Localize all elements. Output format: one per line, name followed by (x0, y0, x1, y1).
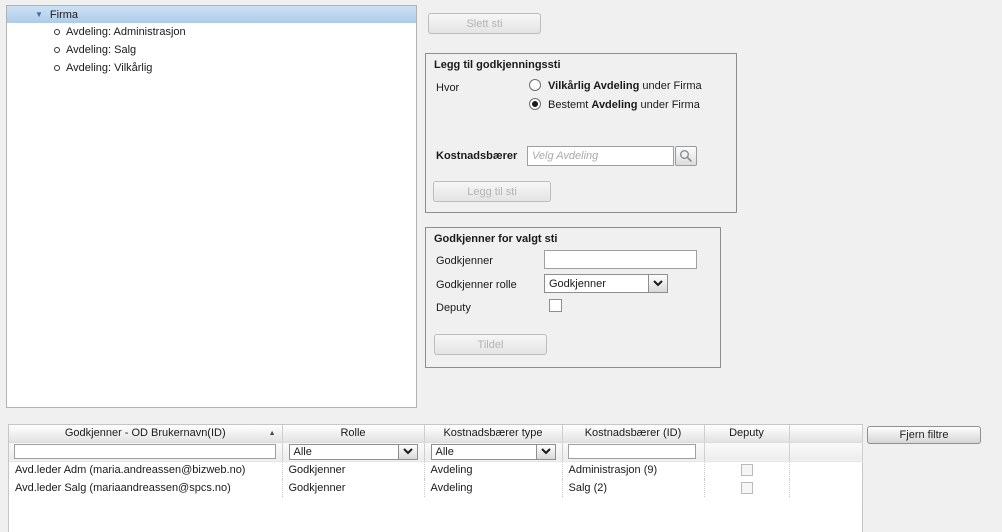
tree-node-label: Firma (49, 8, 79, 21)
costcarrier-label: Kostnadsbærer (436, 150, 518, 162)
approver-label: Godkjenner (436, 255, 493, 267)
filter-role-select[interactable]: Alle (288, 443, 418, 460)
radio-label-head: Bestemt (548, 99, 592, 111)
radio-label-bold: Avdeling (591, 99, 638, 111)
tree-leaf-icon (54, 65, 60, 71)
tree-node-avdeling-administrasjon[interactable]: Avdeling: Administrasjon (7, 23, 416, 41)
approver-role-select[interactable]: Godkjenner (544, 274, 668, 293)
select-value: Alle (293, 445, 312, 458)
cell-role: Godkjenner (282, 461, 425, 479)
approver-role-label: Godkjenner rolle (436, 279, 517, 291)
cell-cost-id: Salg (2) (562, 479, 705, 497)
select-value: Alle (435, 445, 454, 458)
where-radio-group: Vilkårlig Avdeling under Firma Bestemt A… (529, 78, 734, 116)
panel-title: Legg til godkjenningssti (434, 59, 561, 71)
table-row[interactable]: Avd.leder Salg (mariaandreassen@spcs.no)… (9, 479, 863, 497)
radio-label-tail: under Firma (639, 80, 702, 92)
assign-button[interactable]: Tildel (434, 334, 547, 355)
chevron-down-icon[interactable] (648, 275, 667, 292)
cell-approver: Avd.leder Salg (mariaandreassen@spcs.no) (9, 479, 283, 497)
radio-option-bestemt[interactable]: Bestemt Avdeling under Firma (529, 97, 734, 113)
cell-approver: Avd.leder Adm (maria.andreassen@bizweb.n… (9, 461, 283, 479)
tree-node-label: Avdeling: Administrasjon (66, 26, 186, 38)
delete-path-button[interactable]: Slett sti (428, 13, 541, 34)
approver-input[interactable] (544, 250, 697, 269)
column-header-extra (789, 425, 863, 443)
approver-panel: Godkjenner for valgt sti Godkjenner Godk… (425, 227, 721, 368)
row-deputy-checkbox[interactable] (740, 464, 753, 477)
cell-role: Godkjenner (282, 479, 425, 497)
tree-node-firma[interactable]: ▼ Firma (7, 6, 416, 23)
add-approval-path-panel: Legg til godkjenningssti Hvor Vilkårlig … (425, 53, 737, 213)
radio-option-vilkaarlig[interactable]: Vilkårlig Avdeling under Firma (529, 78, 734, 94)
filter-cost-id-input[interactable] (567, 444, 696, 459)
costcarrier-input[interactable] (527, 146, 674, 166)
tree-expand-icon[interactable]: ▼ (35, 10, 43, 19)
chevron-down-icon[interactable] (397, 444, 417, 459)
clear-filters-button[interactable]: Fjern filtre (867, 426, 981, 444)
column-header-role[interactable]: Rolle (282, 425, 425, 443)
approvers-table: Godkjenner - OD Brukernavn(ID) ▲ Rolle K… (8, 424, 863, 532)
radio-icon-checked[interactable] (529, 98, 541, 110)
deputy-label: Deputy (436, 302, 471, 314)
add-path-button[interactable]: Legg til sti (433, 181, 551, 202)
filter-approver-input[interactable] (14, 444, 276, 459)
where-label: Hvor (436, 82, 460, 94)
column-header-cost-id[interactable]: Kostnadsbærer (ID) (562, 425, 705, 443)
chevron-down-icon[interactable] (535, 444, 555, 459)
search-icon (680, 150, 692, 162)
filter-cost-type-select[interactable]: Alle (430, 443, 556, 460)
deputy-checkbox[interactable] (549, 299, 562, 312)
panel-title: Godkjenner for valgt sti (434, 233, 558, 245)
cell-cost-id: Administrasjon (9) (562, 461, 705, 479)
column-header-deputy[interactable]: Deputy (704, 425, 790, 443)
column-header-cost-type[interactable]: Kostnadsbærer type (424, 425, 563, 443)
table-row[interactable]: Avd.leder Adm (maria.andreassen@bizweb.n… (9, 461, 863, 479)
tree-node-label: Avdeling: Salg (66, 44, 137, 56)
select-value: Godkjenner (549, 277, 606, 290)
radio-icon-unchecked[interactable] (529, 79, 541, 91)
sort-asc-icon[interactable]: ▲ (269, 430, 276, 437)
tree-node-label: Avdeling: Vilkårlig (66, 62, 153, 74)
table-filter-row: Alle Alle (9, 442, 863, 462)
tree-node-avdeling-vilkaarlig[interactable]: Avdeling: Vilkårlig (7, 59, 416, 77)
org-tree-panel: ▼ Firma Avdeling: Administrasjon Avdelin… (6, 5, 417, 408)
approval-path-admin-page: ▼ Firma Avdeling: Administrasjon Avdelin… (0, 0, 1002, 532)
costcarrier-search-button[interactable] (675, 146, 697, 166)
table-header-row: Godkjenner - OD Brukernavn(ID) ▲ Rolle K… (9, 425, 863, 443)
radio-label-bold: Vilkårlig Avdeling (548, 80, 640, 92)
row-deputy-checkbox[interactable] (740, 482, 753, 495)
column-header-approver[interactable]: Godkjenner - OD Brukernavn(ID) ▲ (9, 425, 283, 443)
cell-cost-type: Avdeling (424, 461, 563, 479)
radio-label-tail: under Firma (637, 99, 700, 111)
tree-node-avdeling-salg[interactable]: Avdeling: Salg (7, 41, 416, 59)
tree-leaf-icon (54, 29, 60, 35)
tree-leaf-icon (54, 47, 60, 53)
cell-cost-type: Avdeling (424, 479, 563, 497)
